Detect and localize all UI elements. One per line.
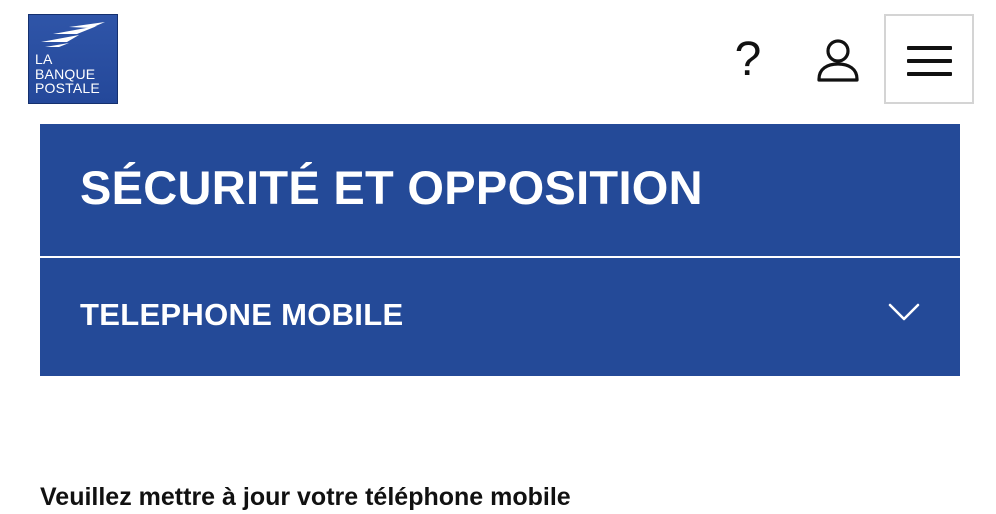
account-button[interactable] xyxy=(812,36,864,88)
menu-button[interactable] xyxy=(884,14,974,104)
hamburger-bar xyxy=(907,72,952,76)
bird-icon xyxy=(41,22,105,47)
page-title-banner: SÉCURITÉ ET OPPOSITION xyxy=(40,124,960,256)
logo-line: BANQUE xyxy=(35,65,96,82)
hamburger-bar xyxy=(907,46,952,50)
accordion-telephone-mobile[interactable]: TELEPHONE MOBILE xyxy=(40,258,960,376)
update-phone-message: Veuillez mettre à jour votre téléphone m… xyxy=(40,483,571,511)
accordion-label: TELEPHONE MOBILE xyxy=(80,297,404,332)
question-icon: ? xyxy=(734,33,762,86)
logo-wordmark: LA BANQUE POSTALE xyxy=(35,52,100,96)
logo-line: LA xyxy=(35,51,53,67)
brand-logo[interactable]: LA BANQUE POSTALE xyxy=(28,14,118,104)
help-button[interactable]: ? xyxy=(728,32,768,88)
page-title: SÉCURITÉ ET OPPOSITION xyxy=(80,161,703,214)
chevron-down-icon xyxy=(888,303,920,321)
logo-line: POSTALE xyxy=(35,80,100,96)
site-header: LA BANQUE POSTALE ? xyxy=(0,0,996,118)
user-icon xyxy=(817,39,859,82)
hamburger-bar xyxy=(907,59,952,63)
